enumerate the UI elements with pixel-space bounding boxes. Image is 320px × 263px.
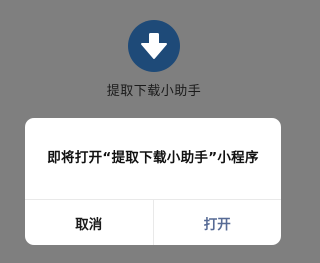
cancel-button[interactable]: 取消 bbox=[25, 200, 154, 245]
open-button[interactable]: 打开 bbox=[154, 200, 282, 245]
open-mini-program-dialog: 即将打开“提取下载小助手”小程序 取消 打开 bbox=[25, 118, 281, 245]
dialog-message: 即将打开“提取下载小助手”小程序 bbox=[47, 150, 259, 166]
app-name: 提取下载小助手 bbox=[106, 84, 202, 99]
download-arrow-icon bbox=[128, 20, 180, 72]
dialog-actions: 取消 打开 bbox=[25, 199, 281, 245]
